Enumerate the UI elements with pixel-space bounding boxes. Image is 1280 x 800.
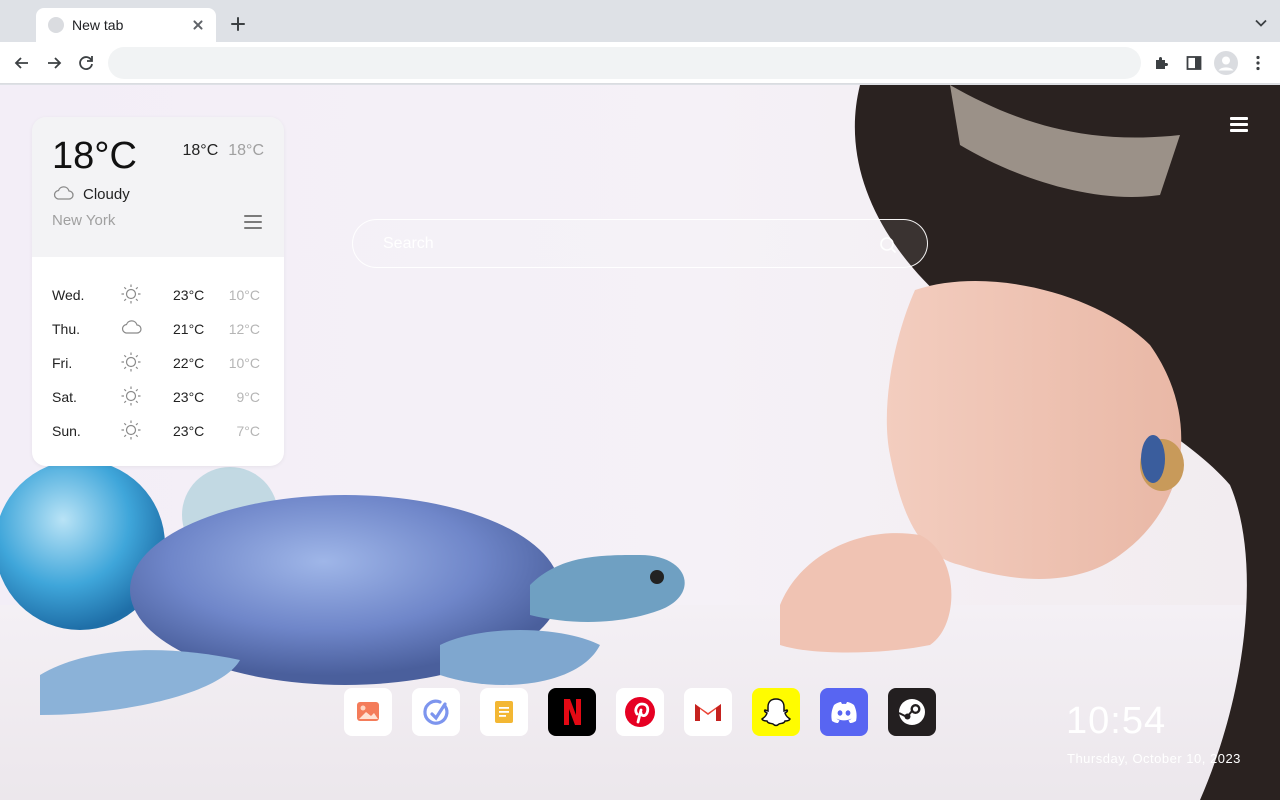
puzzle-icon[interactable] bbox=[1152, 53, 1172, 73]
search-bar bbox=[352, 219, 928, 268]
cloud-icon bbox=[121, 320, 142, 334]
forecast-high: 23°C bbox=[173, 287, 205, 303]
netflix-app-icon[interactable] bbox=[548, 688, 596, 736]
forecast-high: 21°C bbox=[173, 321, 205, 337]
hamburger-menu-icon[interactable] bbox=[1230, 117, 1248, 133]
forecast-row: Thu. 21°C 12°C bbox=[32, 317, 284, 351]
globe-icon bbox=[48, 17, 64, 33]
search-icon[interactable] bbox=[879, 236, 897, 254]
close-icon[interactable] bbox=[190, 17, 206, 33]
forecast-row: Fri. 22°C 10°C bbox=[32, 351, 284, 385]
new-tab-button[interactable] bbox=[228, 14, 248, 34]
notes-app-icon[interactable] bbox=[480, 688, 528, 736]
current-low: 18°C bbox=[228, 142, 264, 159]
pinterest-app-icon[interactable] bbox=[616, 688, 664, 736]
forecast-low: 10°C bbox=[228, 355, 260, 371]
forecast-day: Thu. bbox=[52, 321, 81, 337]
forecast-low: 12°C bbox=[228, 321, 260, 337]
weather-city: New York bbox=[52, 212, 116, 229]
reload-icon[interactable] bbox=[76, 53, 96, 73]
new-tab-page: 18°C 18°C 18°C Cloudy New York Wed. 23°C … bbox=[0, 85, 1280, 800]
tab-new-tab[interactable]: New tab bbox=[36, 8, 216, 42]
cloud-icon bbox=[53, 186, 74, 200]
steam-app-icon[interactable] bbox=[888, 688, 936, 736]
sun-icon bbox=[121, 420, 141, 440]
forecast-high: 23°C bbox=[173, 389, 205, 405]
snapchat-app-icon[interactable] bbox=[752, 688, 800, 736]
current-temperature: 18°C bbox=[52, 135, 137, 177]
clock-time: 10:54 bbox=[1066, 700, 1167, 742]
search-input[interactable] bbox=[383, 232, 863, 256]
discord-app-icon[interactable] bbox=[820, 688, 868, 736]
forecast-row: Wed. 23°C 10°C bbox=[32, 283, 284, 317]
chevron-down-icon[interactable] bbox=[1254, 16, 1268, 30]
tab-strip: New tab bbox=[0, 0, 1280, 42]
side-panel-icon[interactable] bbox=[1184, 53, 1204, 73]
clock-date: Thursday, October 10, 2023 bbox=[1067, 751, 1241, 766]
browser-toolbar bbox=[0, 42, 1280, 84]
forecast-day: Sat. bbox=[52, 389, 77, 405]
forecast-day: Sun. bbox=[52, 423, 81, 439]
forecast-row: Sun. 23°C 7°C bbox=[32, 419, 284, 453]
forecast-day: Wed. bbox=[52, 287, 85, 303]
weather-condition: Cloudy bbox=[83, 186, 130, 203]
sun-icon bbox=[121, 284, 141, 304]
weather-menu-icon[interactable] bbox=[244, 215, 262, 229]
weather-current: 18°C 18°C 18°C Cloudy New York bbox=[32, 117, 284, 257]
forecast-low: 9°C bbox=[236, 389, 261, 405]
tab-title: New tab bbox=[72, 17, 124, 33]
back-arrow-icon[interactable] bbox=[12, 53, 32, 73]
photos-app-icon[interactable] bbox=[344, 688, 392, 736]
forward-arrow-icon[interactable] bbox=[44, 53, 64, 73]
sun-icon bbox=[121, 352, 141, 372]
forecast-high: 22°C bbox=[173, 355, 205, 371]
forecast-low: 7°C bbox=[236, 423, 261, 439]
forecast-day: Fri. bbox=[52, 355, 73, 371]
gmail-app-icon[interactable] bbox=[684, 688, 732, 736]
weather-widget: 18°C 18°C 18°C Cloudy New York Wed. 23°C … bbox=[32, 117, 284, 466]
address-bar[interactable] bbox=[108, 47, 1141, 79]
current-high-low: 18°C 18°C bbox=[183, 142, 265, 160]
current-high: 18°C bbox=[182, 142, 219, 159]
sun-icon bbox=[121, 386, 141, 406]
forecast-row: Sat. 23°C 9°C bbox=[32, 385, 284, 419]
forecast-high: 23°C bbox=[173, 423, 205, 439]
profile-avatar-icon[interactable] bbox=[1214, 51, 1238, 75]
more-vert-icon[interactable] bbox=[1248, 53, 1268, 73]
forecast-low: 10°C bbox=[228, 287, 260, 303]
weather-forecast: Wed. 23°C 10°C Thu. 21°C 12°C Fri. 22°C … bbox=[32, 257, 284, 466]
task-app-icon[interactable] bbox=[412, 688, 460, 736]
